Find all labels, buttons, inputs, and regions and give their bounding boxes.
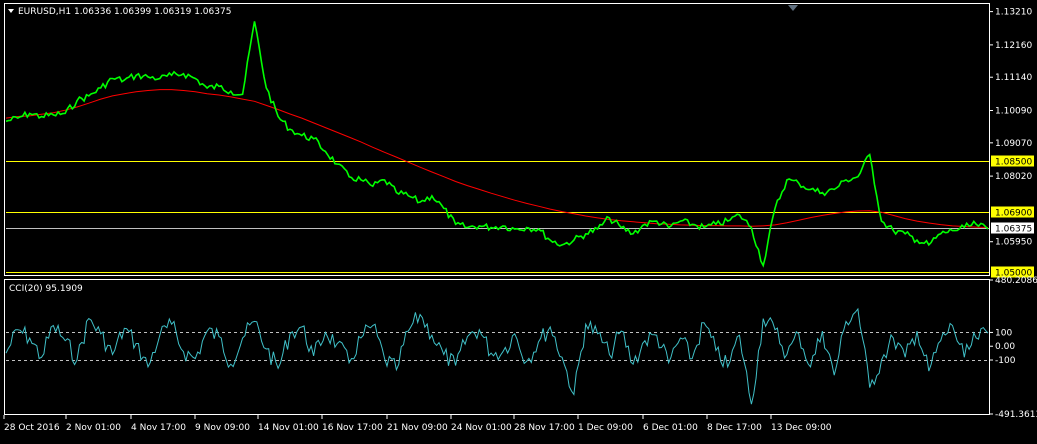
price-axis-label: 1.12160 — [995, 41, 1032, 51]
level-price-label: 1.08500 — [995, 158, 1032, 168]
time-axis-label: 24 Nov 01:00 — [451, 423, 512, 433]
cci-title: CCI(20) 95.1909 — [9, 284, 83, 294]
current-price-label: 1.06375 — [995, 225, 1032, 235]
price-axis-label: 1.11140 — [995, 73, 1032, 83]
cci-axis-label: -491.3613 — [995, 410, 1037, 420]
time-axis-label: 21 Nov 09:00 — [387, 423, 448, 433]
price-axis-label: 1.08020 — [995, 172, 1032, 182]
time-axis-label: 6 Dec 01:00 — [643, 423, 698, 433]
level-price-label: 1.06900 — [995, 209, 1032, 219]
symbol-header: EURUSD,H1 1.06336 1.06399 1.06319 1.0637… — [18, 7, 231, 17]
cci-axis-label: 0.00 — [995, 342, 1015, 352]
chart-svg: 1.13210 1.12160 1.11140 1.10090 1.09070 1.080… — [0, 0, 1037, 441]
price-axis-label: 1.09070 — [995, 139, 1032, 149]
price-axis-label: 1.05950 — [995, 238, 1032, 248]
time-axis-label: 2 Nov 01:00 — [66, 423, 121, 433]
time-axis-label: 28 Oct 2016 — [4, 423, 60, 433]
time-axis-label: 4 Nov 17:00 — [131, 423, 186, 433]
time-axis-label: 8 Dec 17:00 — [707, 423, 762, 433]
price-axis-label: 1.10090 — [995, 106, 1032, 116]
cci-axis-label: 480.2086 — [995, 276, 1037, 286]
time-axis-label: 13 Dec 09:00 — [771, 423, 832, 433]
time-axis-label: 14 Nov 01:00 — [258, 423, 319, 433]
cci-axis-label: 100 — [995, 328, 1012, 338]
time-axis-label: 9 Nov 09:00 — [195, 423, 250, 433]
time-axis-label: 28 Nov 17:00 — [514, 423, 575, 433]
cci-axis-label: -100 — [995, 356, 1016, 366]
price-axis-label: 1.13210 — [995, 8, 1032, 18]
chart-window[interactable]: 1.13210 1.12160 1.11140 1.10090 1.09070 1.080… — [0, 0, 1037, 441]
time-axis-label: 16 Nov 17:00 — [322, 423, 383, 433]
time-axis-label: 1 Dec 09:00 — [578, 423, 633, 433]
